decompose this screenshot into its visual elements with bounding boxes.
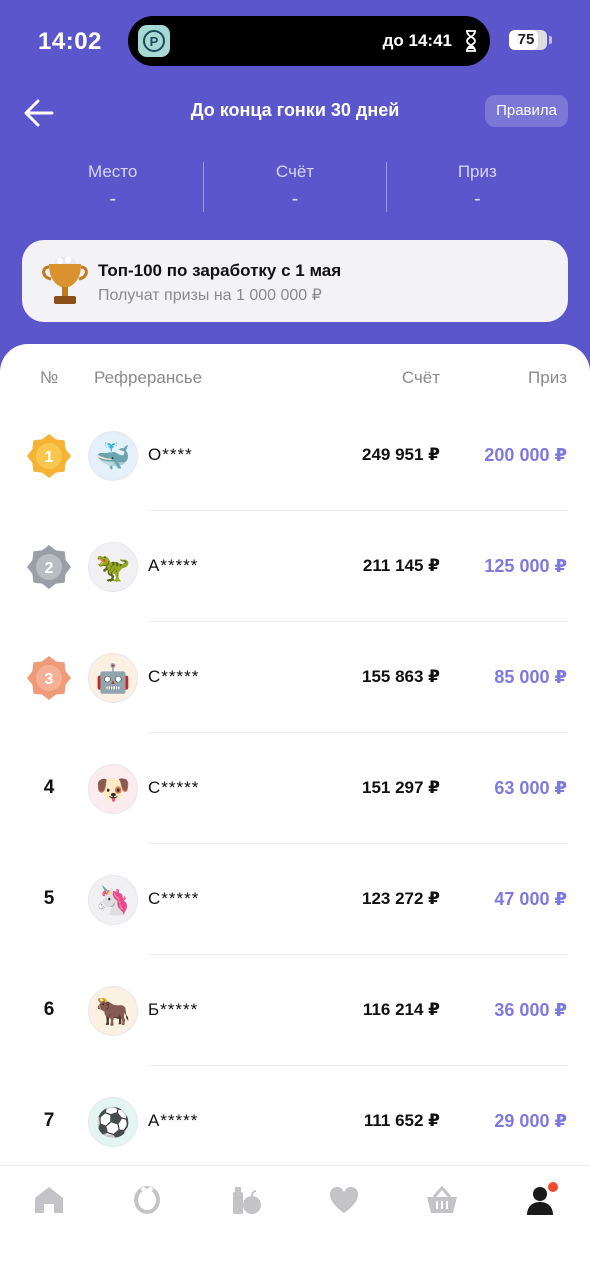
header-area: 14:02 P до 14:41 75 До конца гонки 30 дн…	[0, 0, 590, 380]
column-header-rank: №	[40, 368, 59, 387]
prize-value: 125 000 ₽	[484, 556, 567, 576]
referral-name: С*****	[148, 778, 200, 797]
hourglass-icon	[466, 30, 476, 52]
leaderboard-row[interactable]: 1 🐳 О**** 249 951 ₽ 200 000 ₽	[0, 400, 590, 511]
basket-icon[interactable]	[422, 1180, 462, 1220]
silver-medal-icon: 2	[27, 545, 71, 589]
notification-dot	[546, 1180, 560, 1194]
prize-value: 63 000 ₽	[494, 778, 567, 798]
stat-score: Счёт -	[204, 162, 385, 214]
avatar[interactable]: 🐶	[88, 764, 138, 814]
prize-value: 47 000 ₽	[494, 889, 567, 909]
status-bar: 14:02 P до 14:41 75	[0, 0, 590, 80]
stat-prize: Приз -	[387, 162, 568, 214]
column-header-score: Счёт	[401, 368, 440, 387]
prize-value: 200 000 ₽	[484, 445, 567, 465]
medal-rank: 3	[45, 671, 54, 688]
stat-label: Счёт	[275, 162, 315, 181]
home-icon[interactable]	[29, 1180, 69, 1220]
score-value: 111 652 ₽	[363, 1111, 440, 1130]
referral-name: А*****	[148, 556, 199, 575]
score-value: 123 272 ₽	[361, 889, 440, 908]
user-stats: Место - Счёт - Приз -	[22, 162, 568, 214]
referral-name: С*****	[148, 667, 200, 686]
column-header-prize: Приз	[528, 368, 567, 387]
stat-place: Место -	[22, 162, 203, 214]
leaderboard-row[interactable]: 6 🐂 Б***** 116 214 ₽ 36 000 ₽	[0, 955, 590, 1066]
leaderboard-row[interactable]: 2 🦖 А***** 211 145 ₽ 125 000 ₽	[0, 511, 590, 622]
avatar[interactable]: 🦄	[88, 875, 138, 925]
rank-number: 5	[43, 888, 55, 909]
groceries-icon[interactable]	[226, 1180, 266, 1220]
top-100-banner[interactable]: Топ-100 по заработку с 1 мая Получат при…	[22, 240, 568, 322]
prize-value: 36 000 ₽	[494, 1000, 567, 1020]
bottom-tab-bar	[0, 1165, 590, 1280]
referral-name: С*****	[148, 889, 200, 908]
avatar[interactable]: 🦖	[88, 542, 138, 592]
rank-number: 4	[43, 777, 55, 798]
stat-label: Приз	[457, 162, 497, 181]
banner-title: Топ-100 по заработку с 1 мая	[98, 261, 342, 280]
stat-value: -	[473, 188, 481, 210]
avatar[interactable]: 🐂	[88, 986, 138, 1036]
battery-icon: 75	[509, 30, 547, 50]
leaderboard-panel: № Рефрерансье Счёт Приз 1 🐳 О**** 249 951 ₽…	[0, 344, 590, 1170]
bronze-medal-icon: 3	[27, 656, 71, 700]
favorites-icon[interactable]	[324, 1180, 364, 1220]
prize-value: 85 000 ₽	[494, 667, 567, 687]
gold-medal-icon: 1	[27, 434, 71, 478]
medal-rank: 1	[45, 449, 54, 466]
app-activity-icon: P	[138, 25, 170, 57]
stat-label: Место	[87, 162, 138, 181]
battery-level: 75	[517, 31, 535, 48]
leaderboard-row[interactable]: 3 🤖 С***** 155 863 ₽ 85 000 ₽	[0, 622, 590, 733]
score-value: 211 145 ₽	[362, 556, 440, 575]
score-value: 155 863 ₽	[361, 667, 440, 686]
status-time: 14:02	[38, 28, 102, 55]
rules-button[interactable]: Правила	[485, 95, 568, 127]
leaderboard-row[interactable]: 7 ⚽ А***** 111 652 ₽ 29 000 ₽	[0, 1066, 590, 1170]
profile-icon[interactable]	[520, 1180, 560, 1220]
alice-icon[interactable]	[127, 1180, 167, 1220]
avatar[interactable]: 🐳	[88, 431, 138, 481]
leaderboard-row[interactable]: 5 🦄 С***** 123 272 ₽ 47 000 ₽	[0, 844, 590, 955]
stat-value: -	[109, 188, 116, 210]
referral-name: Б*****	[148, 1000, 199, 1019]
medal-rank: 2	[45, 560, 54, 577]
referral-name: О****	[148, 445, 193, 464]
rank-number: 6	[43, 999, 55, 1020]
score-value: 151 297 ₽	[361, 778, 440, 797]
nav-bar: До конца гонки 30 дней Правила	[0, 90, 590, 134]
back-arrow-icon[interactable]	[22, 96, 56, 130]
prize-value: 29 000 ₽	[494, 1111, 567, 1131]
avatar[interactable]: ⚽	[88, 1097, 138, 1147]
trophy-icon	[42, 257, 88, 304]
avatar[interactable]: 🤖	[88, 653, 138, 703]
dynamic-island[interactable]: P до 14:41	[128, 16, 490, 66]
stat-value: -	[291, 188, 299, 210]
score-value: 249 951 ₽	[361, 445, 440, 464]
leaderboard-row[interactable]: 4 🐶 С***** 151 297 ₽ 63 000 ₽	[0, 733, 590, 844]
activity-timer: до 14:41	[382, 31, 452, 50]
score-value: 116 214 ₽	[362, 1000, 440, 1019]
rank-number: 7	[43, 1110, 55, 1131]
referral-name: А*****	[148, 1111, 199, 1130]
battery-tip	[549, 36, 552, 44]
banner-subtitle: Получат призы на 1 000 000 ₽	[98, 287, 322, 304]
column-header-name: Рефрерансье	[94, 368, 203, 387]
